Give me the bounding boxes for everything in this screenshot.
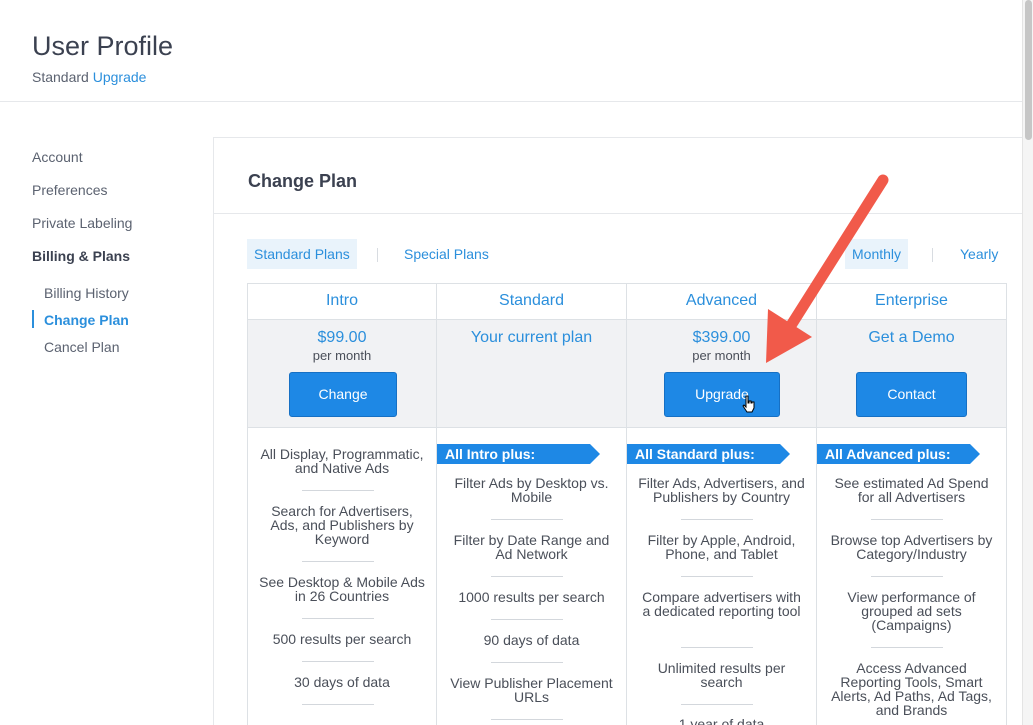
feature-divider	[302, 618, 374, 619]
plan-price-area: Get a Demo Contact	[817, 320, 1006, 428]
sidebar-item-preferences[interactable]: Preferences	[32, 181, 202, 214]
feature-divider	[681, 704, 753, 705]
feature-item: 1000 results per search	[458, 589, 605, 605]
tab-standard-plans[interactable]: Standard Plans	[247, 239, 357, 269]
feature-divider	[871, 647, 943, 648]
plan-price: $99.00	[317, 329, 367, 346]
scrollbar-thumb[interactable]	[1025, 0, 1032, 140]
feature-item: Filter by Apple, Android, Phone, and Tab…	[647, 532, 796, 562]
panel-title: Change Plan	[248, 171, 358, 191]
feature-item: 90 days of data	[483, 632, 580, 648]
current-plan-name: Standard	[32, 69, 89, 85]
feature-item: See estimated Ad Spend for all Advertise…	[834, 475, 989, 505]
feature-item: Unlimited results per search	[657, 660, 786, 690]
feature-divider	[491, 519, 563, 520]
plan-price-area: $99.00 per month Change	[248, 320, 436, 428]
feature-divider	[302, 490, 374, 491]
feature-item: All Display, Programmatic, and Native Ad…	[260, 446, 424, 476]
page-title: User Profile	[32, 31, 174, 61]
panel-header: Change Plan	[214, 138, 1033, 214]
feature-item: 30 days of data	[294, 674, 390, 690]
plan-column-intro: Intro $99.00 per month Change All Displa…	[247, 283, 437, 725]
upgrade-button[interactable]: Upgrade	[664, 372, 780, 417]
vertical-scrollbar[interactable]	[1022, 0, 1033, 725]
plan-column-enterprise: Enterprise Get a Demo Contact All Advanc…	[817, 283, 1007, 725]
plan-price-area: Your current plan	[437, 320, 626, 428]
feature-divider	[681, 576, 753, 577]
plan-column-standard: Standard Your current plan All Intro plu…	[437, 283, 627, 725]
current-plan-line: Standard Upgrade	[32, 69, 146, 85]
plan-price-period: per month	[692, 348, 751, 363]
upgrade-link[interactable]: Upgrade	[93, 69, 147, 85]
sidebar-item-account[interactable]: Account	[32, 148, 202, 181]
tab-monthly[interactable]: Monthly	[845, 239, 909, 269]
plan-name: Standard	[437, 283, 626, 320]
plan-demo-label: Get a Demo	[868, 329, 955, 346]
plan-name: Enterprise	[817, 283, 1006, 320]
plan-ribbon: All Standard plus:	[627, 444, 790, 464]
change-button[interactable]: Change	[289, 372, 397, 417]
plan-name: Intro	[248, 283, 436, 320]
feature-item: Browse top Advertisers by Category/Indus…	[830, 532, 993, 562]
hand-cursor-icon	[742, 395, 755, 413]
feature-divider	[491, 619, 563, 620]
feature-item: Access Advanced Reporting Tools, Smart A…	[831, 660, 992, 718]
feature-divider	[302, 704, 374, 705]
tab-divider	[377, 248, 378, 262]
feature-item: Search for Advertisers, Ads, and Publish…	[270, 503, 414, 547]
feature-divider	[681, 519, 753, 520]
plan-comparison-table: Intro $99.00 per month Change All Displa…	[247, 283, 1007, 725]
plan-price-period: per month	[312, 348, 372, 363]
sidebar: Account Preferences Private Labeling Bil…	[32, 148, 202, 365]
sidebar-item-private-labeling[interactable]: Private Labeling	[32, 214, 202, 247]
feature-item: Compare advertisers with a dedicated rep…	[642, 589, 801, 619]
feature-divider	[302, 661, 374, 662]
tab-divider	[932, 248, 933, 262]
sidebar-item-billing-plans[interactable]: Billing & Plans	[32, 247, 202, 284]
plan-price-area: $399.00 per month Upgrade	[627, 320, 816, 428]
feature-divider	[302, 561, 374, 562]
feature-item: Filter by Date Range and Ad Network	[453, 532, 610, 562]
feature-divider	[871, 519, 943, 520]
feature-item: View Publisher Placement URLs	[450, 675, 613, 705]
feature-divider	[871, 576, 943, 577]
feature-item: 500 results per search	[272, 631, 412, 647]
plan-current-label: Your current plan	[470, 329, 593, 346]
feature-divider	[491, 662, 563, 663]
plan-ribbon: All Intro plus:	[437, 444, 600, 464]
feature-divider	[491, 719, 563, 720]
feature-divider	[681, 647, 753, 648]
feature-item: See Desktop & Mobile Ads in 26 Countries	[259, 574, 425, 604]
feature-divider	[491, 576, 563, 577]
contact-button[interactable]: Contact	[856, 372, 967, 417]
sidebar-item-billing-history[interactable]: Billing History	[44, 284, 214, 311]
page-header: User Profile Standard Upgrade	[0, 0, 1022, 102]
sidebar-item-change-plan[interactable]: Change Plan	[32, 310, 214, 338]
feature-item: Filter Ads by Desktop vs. Mobile	[454, 475, 609, 505]
feature-item: Filter Ads, Advertisers, and Publishers …	[638, 475, 805, 505]
plan-column-advanced: Advanced $399.00 per month Upgrade All S…	[627, 283, 817, 725]
feature-item: 1 year of data	[678, 716, 765, 725]
plan-ribbon: All Advanced plus:	[817, 444, 980, 464]
sidebar-item-cancel-plan[interactable]: Cancel Plan	[44, 338, 214, 365]
plan-price: $399.00	[692, 329, 751, 346]
tab-special-plans[interactable]: Special Plans	[397, 239, 496, 269]
feature-item: View performance of grouped ad sets (Cam…	[847, 589, 976, 633]
tab-yearly[interactable]: Yearly	[953, 239, 1005, 269]
plan-name: Advanced	[627, 283, 816, 320]
